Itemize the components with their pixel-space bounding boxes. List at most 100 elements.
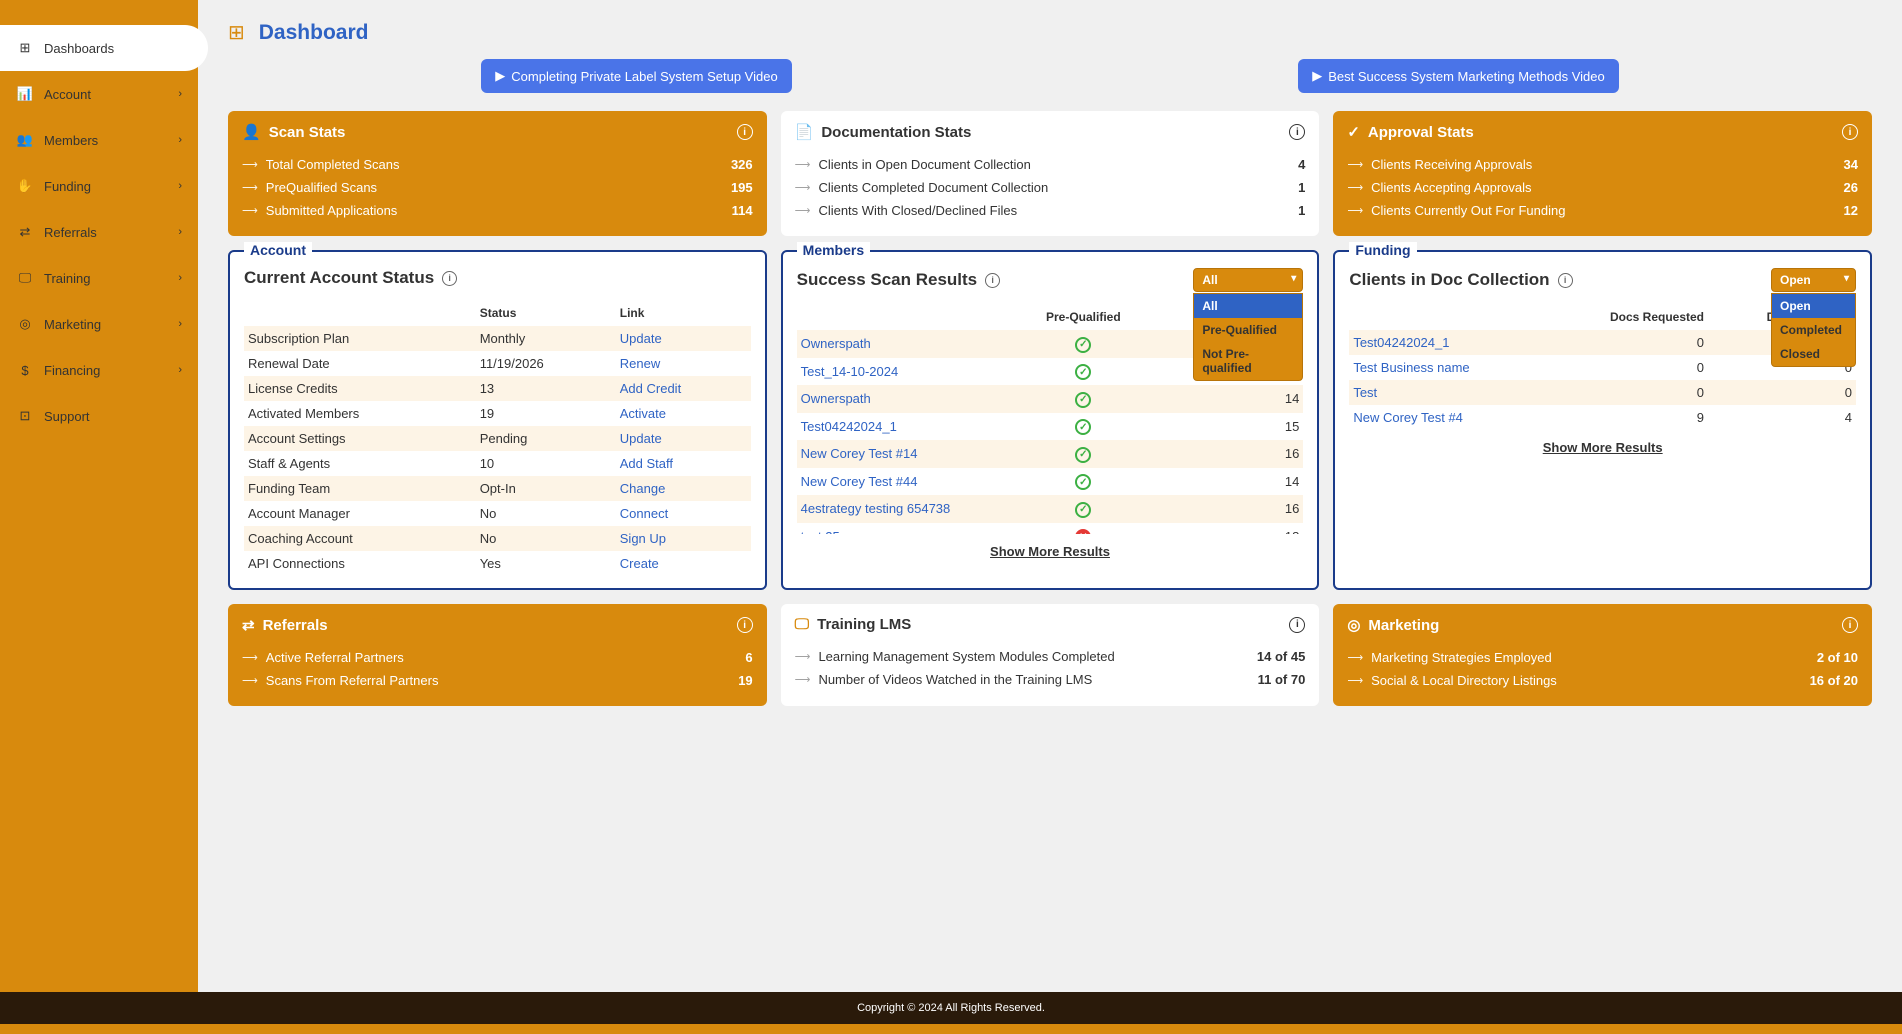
table-row: Account SettingsPendingUpdate <box>244 426 751 451</box>
sidebar-item-financing[interactable]: $Financing› <box>0 347 198 393</box>
panel-tag: Account <box>244 242 312 258</box>
play-icon: ▶ <box>1312 68 1322 84</box>
action-link[interactable]: Sign Up <box>620 531 666 546</box>
table-row: Ownerspath14 <box>797 385 1304 413</box>
action-link[interactable]: Update <box>620 331 662 346</box>
dropdown-option[interactable]: Open <box>1772 294 1855 318</box>
stat-row: ⟶Clients Completed Document Collection1 <box>795 176 1306 199</box>
action-link[interactable]: Create <box>620 556 659 571</box>
share-icon: ⇄ <box>242 616 255 634</box>
panel-tag: Members <box>797 242 870 258</box>
table-row: Staff & Agents10Add Staff <box>244 451 751 476</box>
stat-row: ⟶Clients Accepting Approvals26 <box>1347 176 1858 199</box>
action-link[interactable]: Update <box>620 431 662 446</box>
stat-row: ⟶Learning Management System Modules Comp… <box>795 645 1306 668</box>
info-icon[interactable]: i <box>737 124 753 140</box>
members-filter-select[interactable]: All <box>1193 268 1303 292</box>
member-link[interactable]: Test_14-10-2024 <box>801 364 899 379</box>
table-row: New Corey Test #4414 <box>797 468 1304 496</box>
info-icon[interactable]: i <box>1842 617 1858 633</box>
info-icon[interactable]: i <box>1558 273 1573 288</box>
table-row: Subscription PlanMonthlyUpdate <box>244 326 751 351</box>
arrow-icon: ⟶ <box>795 204 811 217</box>
action-link[interactable]: Change <box>620 481 666 496</box>
account-panel: Account Current Account Statusi StatusLi… <box>228 250 767 590</box>
action-link[interactable]: Add Staff <box>620 456 673 471</box>
training-card: 🖵Training LMSi ⟶Learning Management Syst… <box>781 604 1320 706</box>
member-link[interactable]: Ownerspath <box>801 391 871 406</box>
sidebar-item-account[interactable]: 📊Account› <box>0 71 198 117</box>
arrow-icon: ⟶ <box>795 650 811 663</box>
share-icon: ⇄ <box>16 223 34 241</box>
info-icon[interactable]: i <box>442 271 457 286</box>
info-icon[interactable]: i <box>1842 124 1858 140</box>
monitor-icon: 🖵 <box>795 616 809 633</box>
approval-stats-card: ✓Approval Statsi ⟶Clients Receiving Appr… <box>1333 111 1872 236</box>
table-row: Funding TeamOpt-InChange <box>244 476 751 501</box>
footer: Copyright © 2024 All Rights Reserved. <box>0 992 1902 1034</box>
arrow-icon: ⟶ <box>242 158 258 171</box>
chevron-right-icon: › <box>178 318 182 330</box>
cross-icon <box>1075 529 1091 534</box>
client-link[interactable]: Test04242024_1 <box>1353 335 1449 350</box>
client-link[interactable]: Test <box>1353 385 1377 400</box>
dropdown-option[interactable]: Closed <box>1772 342 1855 366</box>
client-link[interactable]: New Corey Test #4 <box>1353 410 1463 425</box>
action-link[interactable]: Renew <box>620 356 660 371</box>
sidebar-item-marketing[interactable]: ◎Marketing› <box>0 301 198 347</box>
info-icon[interactable]: i <box>985 273 1000 288</box>
member-link[interactable]: 4estrategy testing 654738 <box>801 501 951 516</box>
sidebar-item-funding[interactable]: ✋Funding› <box>0 163 198 209</box>
check-icon <box>1075 419 1091 435</box>
client-link[interactable]: Test Business name <box>1353 360 1469 375</box>
arrow-icon: ⟶ <box>1347 204 1363 217</box>
member-link[interactable]: Test04242024_1 <box>801 419 897 434</box>
show-more-link[interactable]: Show More Results <box>1349 440 1856 455</box>
sidebar-item-dashboards[interactable]: ⊞Dashboards <box>0 25 208 71</box>
action-link[interactable]: Activate <box>620 406 666 421</box>
panel-tag: Funding <box>1349 242 1416 258</box>
member-link[interactable]: test 25 <box>801 529 840 534</box>
users-icon: 👥 <box>16 131 34 149</box>
sidebar-item-label: Dashboards <box>44 41 114 56</box>
chevron-right-icon: › <box>178 88 182 100</box>
person-icon: 👤 <box>242 123 261 141</box>
dropdown-option[interactable]: Completed <box>1772 318 1855 342</box>
table-row: Activated Members19Activate <box>244 401 751 426</box>
stat-row: ⟶Clients With Closed/Declined Files1 <box>795 199 1306 222</box>
member-link[interactable]: New Corey Test #14 <box>801 446 918 461</box>
arrow-icon: ⟶ <box>242 674 258 687</box>
check-icon <box>1075 502 1091 518</box>
table-row: test 2518 <box>797 523 1304 535</box>
funding-filter-select[interactable]: Open <box>1771 268 1856 292</box>
stat-row: ⟶Social & Local Directory Listings16 of … <box>1347 669 1858 692</box>
chevron-right-icon: › <box>178 272 182 284</box>
dropdown-option[interactable]: Pre-Qualified <box>1194 318 1302 342</box>
sidebar-item-training[interactable]: 🖵Training› <box>0 255 198 301</box>
table-row: Test00 <box>1349 380 1856 405</box>
sidebar-item-label: Marketing <box>44 317 101 332</box>
member-link[interactable]: New Corey Test #44 <box>801 474 918 489</box>
info-icon[interactable]: i <box>737 617 753 633</box>
arrow-icon: ⟶ <box>795 181 811 194</box>
member-link[interactable]: Ownerspath <box>801 336 871 351</box>
sidebar-item-label: Support <box>44 409 90 424</box>
table-row: New Corey Test #494 <box>1349 405 1856 430</box>
info-icon[interactable]: i <box>1289 124 1305 140</box>
marketing-video-button[interactable]: ▶Best Success System Marketing Methods V… <box>1298 59 1619 93</box>
dropdown-option[interactable]: All <box>1194 294 1302 318</box>
action-link[interactable]: Connect <box>620 506 668 521</box>
chart-icon: 📊 <box>16 85 34 103</box>
sidebar-item-support[interactable]: ⊡Support <box>0 393 198 439</box>
table-row: Test04242024_115 <box>797 413 1304 441</box>
action-link[interactable]: Add Credit <box>620 381 681 396</box>
sidebar-item-referrals[interactable]: ⇄Referrals› <box>0 209 198 255</box>
setup-video-button[interactable]: ▶Completing Private Label System Setup V… <box>481 59 791 93</box>
sidebar-item-members[interactable]: 👥Members› <box>0 117 198 163</box>
table-row: Account ManagerNoConnect <box>244 501 751 526</box>
show-more-link[interactable]: Show More Results <box>797 544 1304 559</box>
arrow-icon: ⟶ <box>795 158 811 171</box>
check-icon: ✓ <box>1347 123 1360 141</box>
dropdown-option[interactable]: Not Pre-qualified <box>1194 342 1302 380</box>
info-icon[interactable]: i <box>1289 617 1305 633</box>
